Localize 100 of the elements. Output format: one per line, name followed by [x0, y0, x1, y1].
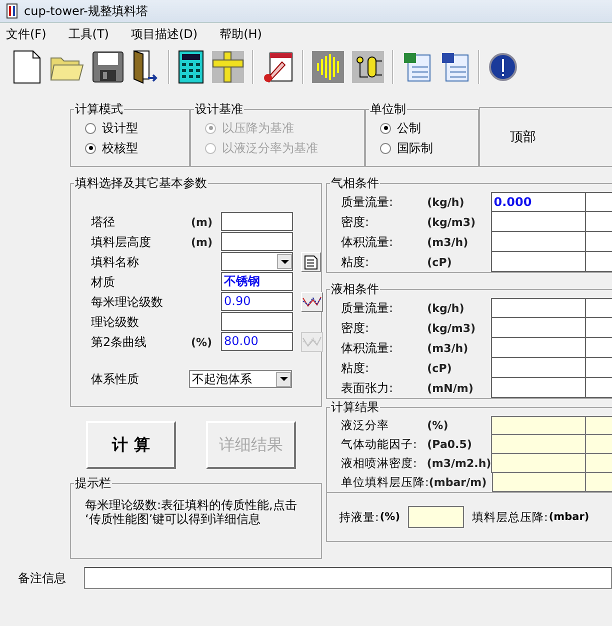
field-label: 单位填料层压降:	[341, 475, 429, 490]
menu-item[interactable]: 项目描述(D)	[130, 26, 198, 42]
unit-label: (m)	[191, 216, 213, 228]
input-field[interactable]	[490, 318, 586, 338]
group-title: 计算模式	[74, 101, 124, 118]
group-title: 设计基准	[194, 101, 244, 118]
radio-icon[interactable]	[380, 142, 391, 154]
help-globe-icon[interactable]	[488, 52, 518, 82]
unit-label: (kg/m3)	[427, 216, 477, 228]
field-label: 密度:	[341, 320, 370, 336]
menu-item[interactable]: 帮助(H)	[220, 26, 262, 42]
input-field[interactable]	[221, 212, 293, 231]
field-label: 备注信息	[18, 570, 67, 586]
result-field	[408, 506, 464, 528]
input-field[interactable]	[490, 338, 586, 358]
exit-door-icon[interactable]	[132, 50, 160, 84]
unit-label: (kg/m3)	[427, 322, 477, 334]
input-field[interactable]: 不锈钢	[221, 272, 293, 291]
unit-label: (mbar)	[548, 511, 590, 523]
packing-dropdown[interactable]	[221, 252, 293, 271]
field-label: 液泛分率	[341, 418, 390, 433]
input-field[interactable]	[221, 232, 293, 251]
field-label: 气体动能因子:	[341, 437, 418, 452]
group-title: 提示栏	[74, 475, 112, 492]
unit-label: (m3/h)	[427, 342, 470, 354]
calculator-icon[interactable]	[178, 50, 204, 84]
radio-option[interactable]: 校核型	[85, 138, 189, 158]
input-field[interactable]	[490, 232, 586, 252]
unit-label: (kg/h)	[427, 196, 466, 208]
sound-wave-icon[interactable]	[312, 51, 344, 83]
flowsheet-vessel-icon[interactable]	[352, 51, 384, 83]
unit-label: (%)	[427, 419, 450, 432]
unit-label: (m)	[191, 236, 213, 248]
input-field[interactable]	[490, 298, 586, 318]
action-button[interactable]: 计 算	[86, 421, 176, 469]
unit-label: (Pa0.5)	[427, 438, 473, 451]
radio-icon[interactable]	[380, 122, 391, 134]
input-field[interactable]	[221, 312, 293, 331]
field-label: 材质	[91, 274, 116, 290]
top-label: 顶部	[510, 129, 536, 146]
field-label: 填料名称	[91, 254, 140, 270]
unit-label: (kg/h)	[427, 302, 466, 314]
unit-label: (mN/m)	[427, 382, 474, 394]
save-icon[interactable]	[92, 51, 124, 83]
unit-label: (%)	[380, 511, 400, 523]
group-title: 气相条件	[330, 175, 380, 192]
hint-text: 每米理论级数:表征填料的传质性能,点击 ‘传质性能图’键可以得到详细信息	[85, 498, 298, 526]
group-title: 计算结果	[330, 399, 380, 416]
field-label: 每米理论级数	[91, 294, 164, 310]
radio-option[interactable]: 设计型	[85, 118, 189, 138]
radio-option[interactable]: 公制	[380, 118, 478, 138]
window-title: cup-tower-规整填料塔	[24, 2, 148, 20]
field-label: 填料层总压降:	[472, 510, 548, 524]
input-field[interactable]: 0.90	[221, 292, 293, 311]
unit-label: (%)	[191, 336, 212, 348]
unit-label: (m3/h)	[427, 236, 470, 248]
field-label: 理论级数	[91, 314, 140, 330]
unit-label: (mbar/m)	[428, 476, 488, 489]
field-label: 体积流量:	[341, 340, 394, 356]
menu-item[interactable]: 文件(F)	[6, 26, 46, 42]
menu-item[interactable]: 工具(T)	[68, 26, 109, 42]
field-label: 持液量:	[339, 510, 379, 524]
line-chart-icon	[302, 335, 322, 349]
spreadsheet-document-icon[interactable]	[402, 51, 432, 83]
notepad-pen-icon[interactable]	[262, 50, 294, 84]
group-title: 液相条件	[330, 281, 380, 298]
field-label: 体积流量:	[341, 234, 394, 250]
document-icon	[304, 254, 318, 270]
input-field[interactable]	[490, 378, 586, 398]
text-document-icon[interactable]	[440, 51, 470, 83]
field-label: 质量流量:	[341, 300, 394, 316]
unit-label: (cP)	[427, 362, 453, 374]
notes-field[interactable]	[84, 567, 612, 589]
field-label: 填料层高度	[91, 234, 152, 250]
input-field[interactable]	[490, 212, 586, 232]
system-dropdown[interactable]: 不起泡体系	[189, 370, 292, 388]
group-title: 单位制	[369, 101, 407, 118]
field-label: 粘度:	[341, 254, 370, 270]
input-field[interactable]	[490, 252, 586, 272]
input-field[interactable]: 80.00	[221, 332, 293, 351]
field-label: 质量流量:	[341, 194, 394, 210]
input-field[interactable]: 0.000	[490, 192, 586, 212]
field-label: 液相喷淋密度:	[341, 456, 418, 471]
field-label: 粘度:	[341, 360, 370, 376]
input-field[interactable]	[490, 358, 586, 378]
field-label: 体系性质	[91, 370, 140, 388]
new-document-icon[interactable]	[12, 50, 42, 84]
field-label: 第2条曲线	[91, 334, 148, 350]
line-chart-icon	[302, 295, 322, 309]
unit-label: (cP)	[427, 256, 453, 268]
field-label: 塔径	[91, 214, 116, 230]
field-label: 表面张力:	[341, 380, 394, 396]
ruler-icon[interactable]	[212, 51, 244, 83]
group-title: 填料选择及其它基本参数	[74, 175, 208, 192]
field-label: 密度:	[341, 214, 370, 230]
radio-icon[interactable]	[85, 122, 96, 134]
radio-icon[interactable]	[85, 142, 96, 154]
radio-option[interactable]: 国际制	[380, 138, 478, 158]
app-icon	[6, 3, 18, 19]
unit-label: (m3/m2.h)	[426, 457, 492, 470]
